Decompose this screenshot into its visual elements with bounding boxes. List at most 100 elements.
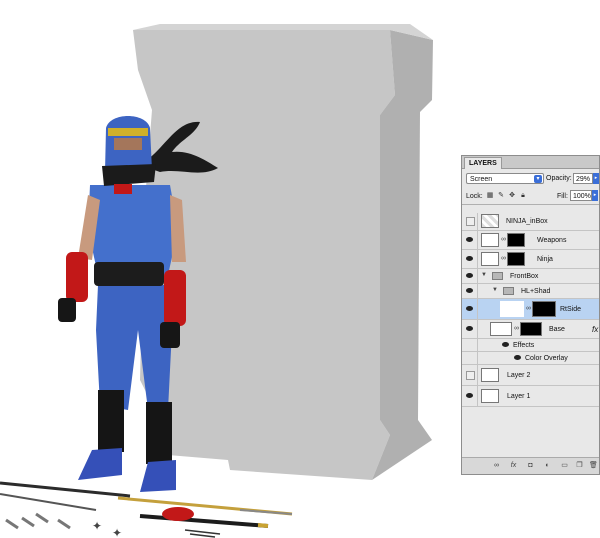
- left-boot: [78, 448, 122, 480]
- layer-thumbnail: [490, 322, 512, 336]
- naginata-end: [257, 523, 269, 528]
- layer-row-frontbox[interactable]: ▼ FrontBox: [462, 269, 599, 284]
- visibility-cell: [462, 320, 478, 338]
- lock-transparency-icon[interactable]: ▦: [486, 192, 494, 200]
- folder-icon: [492, 272, 503, 280]
- tab-layers[interactable]: LAYERS: [464, 157, 502, 169]
- eye-icon[interactable]: [466, 306, 473, 311]
- expand-triangle-icon[interactable]: ▼: [492, 287, 498, 293]
- layer-thumbnail: [481, 214, 499, 228]
- layer-mask-thumbnail: [520, 322, 542, 336]
- layer-name: HL+Shad: [521, 288, 551, 295]
- red-collar: [114, 184, 132, 194]
- adjustment-icon[interactable]: ◐: [543, 462, 552, 470]
- visibility-cell: [462, 352, 478, 364]
- chain-weapon: [184, 529, 221, 538]
- naginata: [139, 514, 269, 528]
- eye-icon[interactable]: [466, 237, 473, 242]
- fx-icon[interactable]: fx: [592, 325, 598, 334]
- spear-1: [0, 481, 131, 498]
- eye-icon[interactable]: [466, 288, 473, 293]
- fx-icon[interactable]: fx: [509, 462, 518, 470]
- trash-icon[interactable]: 🗑︎: [589, 462, 598, 470]
- lock-position-icon[interactable]: ✥: [508, 192, 516, 200]
- visibility-cell: [462, 365, 478, 385]
- link-chain-icon: ∞: [514, 325, 519, 332]
- kunai-group: [5, 512, 71, 530]
- red-cord: [162, 507, 194, 521]
- visibility-off-icon[interactable]: [466, 217, 475, 226]
- color-overlay-row[interactable]: Color Overlay: [462, 352, 599, 365]
- lock-all-icon[interactable]: 🔒︎: [519, 192, 527, 200]
- effect-name: Color Overlay: [525, 355, 568, 362]
- layer-row-weapons[interactable]: ∞ Weapons: [462, 231, 599, 250]
- layer-thumbnail: [481, 389, 499, 403]
- visibility-cell: [462, 299, 478, 319]
- effects-row[interactable]: Effects: [462, 339, 599, 352]
- new-layer-icon[interactable]: ❐: [575, 462, 584, 470]
- opacity-label: Opacity:: [546, 175, 572, 182]
- link-chain-icon: ∞: [501, 236, 506, 243]
- expand-triangle-icon[interactable]: ▼: [481, 272, 487, 278]
- layer-row-layer-1[interactable]: Layer 1: [462, 386, 599, 407]
- layer-row-ninja-inbox[interactable]: NINJA_inBox: [462, 213, 599, 231]
- layer-row-base[interactable]: ∞ Base fx: [462, 320, 599, 339]
- layer-mask-thumbnail: [532, 301, 556, 317]
- visibility-cell: [462, 284, 478, 298]
- layer-thumbnail: [500, 301, 524, 317]
- left-red-bracer: [66, 252, 88, 302]
- opacity-field[interactable]: 29%: [573, 173, 593, 184]
- blend-mode-select[interactable]: Screen ▾: [466, 173, 544, 184]
- lock-image-icon[interactable]: ✎: [497, 192, 505, 200]
- mask-icon[interactable]: ◘: [526, 462, 535, 470]
- shuriken-1: ✦: [92, 519, 102, 533]
- left-shin-wrap: [98, 390, 124, 452]
- layer-thumbnail: [481, 252, 499, 266]
- layer-row-layer-2[interactable]: Layer 2: [462, 365, 599, 386]
- ninja-torso: [88, 185, 178, 275]
- layer-thumbnail: [481, 233, 499, 247]
- eye-icon[interactable]: [466, 273, 473, 278]
- opacity-arrow-icon[interactable]: ▸: [593, 173, 599, 184]
- panel-tabbar: LAYERS: [462, 156, 599, 169]
- visibility-cell: [462, 250, 478, 268]
- eye-icon[interactable]: [466, 326, 473, 331]
- visibility-off-icon[interactable]: [466, 371, 475, 380]
- eye-icon[interactable]: [466, 256, 473, 261]
- layer-mask-thumbnail: [507, 233, 525, 247]
- effects-label: Effects: [513, 342, 535, 349]
- link-chain-icon: ∞: [501, 255, 506, 262]
- layer-row-ninja[interactable]: ∞ Ninja: [462, 250, 599, 269]
- visibility-cell: [462, 269, 478, 283]
- shuriken-2: ✦: [112, 526, 122, 538]
- fill-field[interactable]: 100%: [570, 190, 592, 201]
- folder-icon: [503, 287, 514, 295]
- eye-icon[interactable]: [514, 355, 521, 360]
- layer-mask-thumbnail: [507, 252, 525, 266]
- layer-name: FrontBox: [510, 273, 539, 280]
- blend-mode-value: Screen: [470, 176, 493, 183]
- link-icon[interactable]: ∞: [492, 462, 501, 470]
- lock-label: Lock:: [466, 193, 483, 200]
- panel-bottom-bar: ∞ fx ◘ ◐ ▭ ❐ 🗑︎: [462, 457, 599, 474]
- visibility-cell: [462, 386, 478, 406]
- layer-name: RtSide: [560, 306, 582, 313]
- eye-icon[interactable]: [466, 393, 473, 398]
- layer-name: Base: [549, 326, 565, 333]
- visibility-cell: [462, 339, 478, 351]
- visibility-cell: [462, 231, 478, 249]
- ninja-belt: [94, 262, 164, 286]
- layer-name: NINJA_inBox: [506, 218, 548, 225]
- right-red-bracer: [164, 270, 186, 326]
- layer-name: Layer 1: [507, 393, 531, 400]
- eye-icon[interactable]: [502, 342, 509, 347]
- link-chain-icon: ∞: [526, 305, 531, 312]
- ninja-face: [114, 138, 142, 150]
- layer-row-hl-shad[interactable]: ▼ HL+Shad: [462, 284, 599, 299]
- fill-arrow-icon[interactable]: ▸: [592, 190, 598, 201]
- layer-row-rtside[interactable]: ∞ RtSide: [462, 299, 599, 320]
- layer-name: Weapons: [537, 237, 567, 244]
- spear-2: [0, 493, 97, 511]
- new-group-icon[interactable]: ▭: [560, 462, 569, 470]
- left-glove: [58, 298, 76, 322]
